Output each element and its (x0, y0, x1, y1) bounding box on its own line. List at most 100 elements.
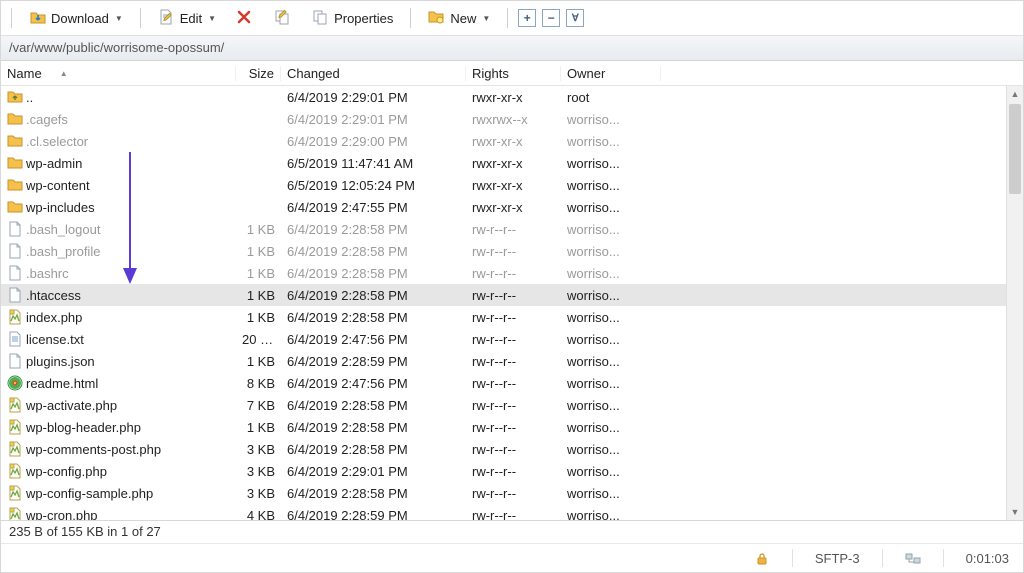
network-icon (905, 550, 921, 566)
file-owner: worriso... (561, 508, 661, 521)
chevron-down-icon: ▼ (208, 14, 216, 23)
file-row[interactable]: plugins.json1 KB6/4/2019 2:28:59 PMrw-r-… (1, 350, 1007, 372)
edit-button[interactable]: Edit ▼ (151, 6, 223, 30)
file-changed: 6/4/2019 2:29:01 PM (281, 112, 466, 127)
file-owner: worriso... (561, 244, 661, 259)
file-size: 1 KB (236, 420, 281, 435)
properties-button[interactable]: Properties (305, 6, 400, 30)
file-name: .bash_profile (26, 244, 100, 259)
column-rights[interactable]: Rights (466, 66, 561, 81)
lock-icon (754, 550, 770, 566)
file-row[interactable]: wp-content6/5/2019 12:05:24 PMrwxr-xr-xw… (1, 174, 1007, 196)
new-label: New (450, 11, 476, 26)
txt-icon (7, 331, 23, 347)
file-row[interactable]: wp-blog-header.php1 KB6/4/2019 2:28:58 P… (1, 416, 1007, 438)
file-row[interactable]: license.txt20 KB6/4/2019 2:47:56 PMrw-r-… (1, 328, 1007, 350)
file-icon (7, 265, 23, 281)
download-icon (29, 9, 47, 27)
html-icon (7, 375, 23, 391)
file-owner: worriso... (561, 420, 661, 435)
column-name-label: Name (7, 66, 42, 81)
file-row[interactable]: readme.html8 KB6/4/2019 2:47:56 PMrw-r--… (1, 372, 1007, 394)
file-row[interactable]: wp-cron.php4 KB6/4/2019 2:28:59 PMrw-r--… (1, 504, 1007, 520)
php-icon (7, 419, 23, 435)
file-size: 1 KB (236, 310, 281, 325)
file-name: readme.html (26, 376, 98, 391)
column-owner[interactable]: Owner (561, 66, 661, 81)
scroll-up-icon[interactable]: ▲ (1007, 86, 1023, 102)
path-bar[interactable]: /var/www/public/worrisome-opossum/ (1, 36, 1023, 61)
column-changed[interactable]: Changed (281, 66, 466, 81)
file-row[interactable]: wp-includes6/4/2019 2:47:55 PMrwxr-xr-xw… (1, 196, 1007, 218)
file-changed: 6/5/2019 11:47:41 AM (281, 156, 466, 171)
file-rights: rwxrwx--x (466, 112, 561, 127)
file-row[interactable]: wp-config.php3 KB6/4/2019 2:29:01 PMrw-r… (1, 460, 1007, 482)
download-button[interactable]: Download ▼ (22, 6, 130, 30)
protocol-label: SFTP-3 (815, 551, 860, 566)
file-row[interactable]: ..6/4/2019 2:29:01 PMrwxr-xr-xroot (1, 86, 1007, 108)
file-size: 7 KB (236, 398, 281, 413)
file-owner: worriso... (561, 442, 661, 457)
file-changed: 6/4/2019 2:28:59 PM (281, 508, 466, 521)
folder-icon (7, 199, 23, 215)
file-row[interactable]: wp-activate.php7 KB6/4/2019 2:28:58 PMrw… (1, 394, 1007, 416)
vertical-scrollbar[interactable]: ▲ ▼ (1006, 86, 1023, 520)
file-owner: worriso... (561, 222, 661, 237)
toolbar-separator (507, 8, 508, 28)
file-row[interactable]: .cagefs6/4/2019 2:29:01 PMrwxrwx--xworri… (1, 108, 1007, 130)
connection-icon-cell (905, 550, 921, 566)
file-row[interactable]: .bash_profile1 KB6/4/2019 2:28:58 PMrw-r… (1, 240, 1007, 262)
properties-label: Properties (334, 11, 393, 26)
file-changed: 6/4/2019 2:28:58 PM (281, 486, 466, 501)
file-owner: worriso... (561, 354, 661, 369)
file-icon (7, 243, 23, 259)
file-row[interactable]: index.php1 KB6/4/2019 2:28:58 PMrw-r--r-… (1, 306, 1007, 328)
folder-up-icon (7, 89, 23, 105)
new-button[interactable]: New ▼ (421, 6, 497, 30)
filter-icon[interactable]: ∀ (566, 9, 584, 27)
file-row[interactable]: wp-admin6/5/2019 11:47:41 AMrwxr-xr-xwor… (1, 152, 1007, 174)
file-name: license.txt (26, 332, 84, 347)
file-rights: rw-r--r-- (466, 310, 561, 325)
chevron-down-icon: ▼ (482, 14, 490, 23)
file-name: wp-blog-header.php (26, 420, 141, 435)
file-rights: rwxr-xr-x (466, 200, 561, 215)
file-row[interactable]: .htaccess1 KB6/4/2019 2:28:58 PMrw-r--r-… (1, 284, 1007, 306)
file-name: .htaccess (26, 288, 81, 303)
file-size: 3 KB (236, 442, 281, 457)
properties-icon (312, 9, 330, 27)
file-rights: rwxr-xr-x (466, 178, 561, 193)
rename-icon (274, 9, 292, 27)
file-changed: 6/4/2019 2:28:59 PM (281, 354, 466, 369)
file-row[interactable]: .bash_logout1 KB6/4/2019 2:28:58 PMrw-r-… (1, 218, 1007, 240)
file-rights: rw-r--r-- (466, 244, 561, 259)
php-icon (7, 309, 23, 325)
file-size: 1 KB (236, 222, 281, 237)
file-row[interactable]: .bashrc1 KB6/4/2019 2:28:58 PMrw-r--r--w… (1, 262, 1007, 284)
file-size: 3 KB (236, 464, 281, 479)
file-name: index.php (26, 310, 82, 325)
file-owner: worriso... (561, 310, 661, 325)
php-icon (7, 507, 23, 520)
expand-icon[interactable]: + (518, 9, 536, 27)
file-changed: 6/4/2019 2:28:58 PM (281, 398, 466, 413)
php-icon (7, 397, 23, 413)
file-size: 4 KB (236, 508, 281, 521)
toolbar-separator (11, 8, 12, 28)
collapse-icon[interactable]: − (542, 9, 560, 27)
file-row[interactable]: wp-comments-post.php3 KB6/4/2019 2:28:58… (1, 438, 1007, 460)
elapsed-time: 0:01:03 (966, 551, 1009, 566)
file-row[interactable]: .cl.selector6/4/2019 2:29:00 PMrwxr-xr-x… (1, 130, 1007, 152)
scroll-thumb[interactable] (1009, 104, 1021, 194)
file-row[interactable]: wp-config-sample.php3 KB6/4/2019 2:28:58… (1, 482, 1007, 504)
delete-button[interactable] (229, 6, 261, 30)
column-size[interactable]: Size (236, 66, 281, 81)
sort-ascending-icon: ▲ (60, 69, 68, 78)
file-manager-window: Download ▼ Edit ▼ Properties New ▼ + − ∀ (0, 0, 1024, 573)
scroll-down-icon[interactable]: ▼ (1007, 504, 1023, 520)
column-name[interactable]: Name ▲ (1, 66, 236, 81)
file-name: .. (26, 90, 33, 105)
file-name: .bashrc (26, 266, 69, 281)
rename-button[interactable] (267, 6, 299, 30)
file-rights: rw-r--r-- (466, 442, 561, 457)
